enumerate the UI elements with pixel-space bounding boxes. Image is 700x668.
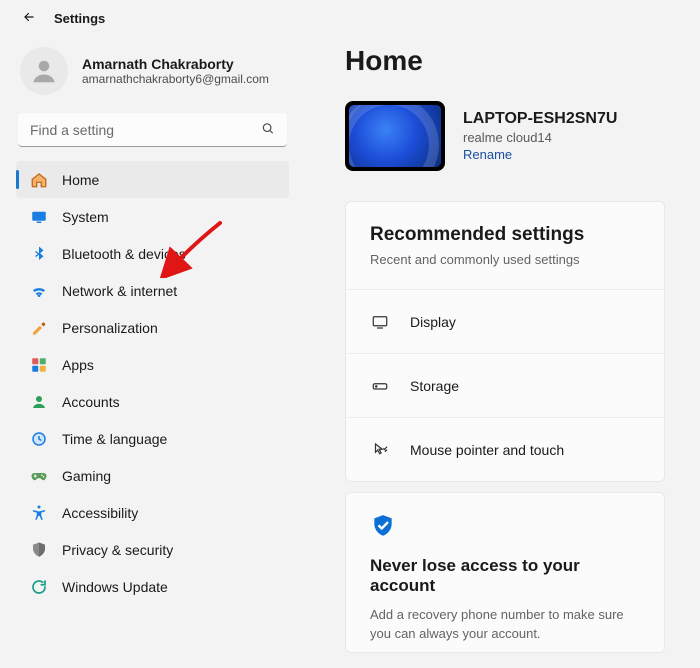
setting-row-storage[interactable]: Storage bbox=[346, 353, 664, 417]
recommended-title: Recommended settings bbox=[370, 224, 640, 246]
sidebar-item-accounts[interactable]: Accounts bbox=[16, 383, 289, 420]
accessibility-icon bbox=[30, 504, 48, 522]
apps-icon bbox=[30, 356, 48, 374]
sidebar-item-bluetooth[interactable]: Bluetooth & devices bbox=[16, 235, 289, 272]
setting-row-display[interactable]: Display bbox=[346, 289, 664, 353]
update-icon bbox=[30, 578, 48, 596]
setting-row-label: Display bbox=[410, 314, 456, 330]
time-icon bbox=[30, 430, 48, 448]
setting-row-label: Mouse pointer and touch bbox=[410, 442, 564, 458]
sidebar-item-network[interactable]: Network & internet bbox=[16, 272, 289, 309]
accounts-icon bbox=[30, 393, 48, 411]
profile-name: Amarnath Chakraborty bbox=[82, 56, 269, 72]
sidebar-item-privacy[interactable]: Privacy & security bbox=[16, 531, 289, 568]
sidebar-item-label: Personalization bbox=[62, 320, 158, 336]
sidebar: Amarnath Chakraborty amarnathchakraborty… bbox=[0, 33, 305, 668]
search-field[interactable] bbox=[18, 113, 287, 147]
sidebar-item-label: Accessibility bbox=[62, 505, 138, 521]
sidebar-item-label: Network & internet bbox=[62, 283, 177, 299]
storage-icon bbox=[370, 376, 390, 396]
sidebar-item-system[interactable]: System bbox=[16, 198, 289, 235]
setting-row-label: Storage bbox=[410, 378, 459, 394]
setting-row-mouse[interactable]: Mouse pointer and touch bbox=[346, 417, 664, 481]
profile-email: amarnathchakraborty6@gmail.com bbox=[82, 72, 269, 86]
account-card-title: Never lose access to your account bbox=[370, 556, 640, 596]
bluetooth-icon bbox=[30, 245, 48, 263]
sidebar-item-update[interactable]: Windows Update bbox=[16, 568, 289, 605]
back-button[interactable] bbox=[22, 10, 36, 27]
recommended-subtitle: Recent and commonly used settings bbox=[370, 252, 640, 267]
sidebar-item-label: Bluetooth & devices bbox=[62, 246, 186, 262]
sidebar-item-time[interactable]: Time & language bbox=[16, 420, 289, 457]
sidebar-item-apps[interactable]: Apps bbox=[16, 346, 289, 383]
rename-link[interactable]: Rename bbox=[463, 147, 617, 162]
device-name: LAPTOP-ESH2SN7U bbox=[463, 110, 617, 128]
sidebar-item-label: Home bbox=[62, 172, 99, 188]
window-title: Settings bbox=[54, 11, 105, 26]
sidebar-item-home[interactable]: Home bbox=[16, 161, 289, 198]
account-security-card: Never lose access to your account Add a … bbox=[345, 492, 665, 653]
avatar bbox=[20, 47, 68, 95]
display-icon bbox=[370, 312, 390, 332]
sidebar-item-gaming[interactable]: Gaming bbox=[16, 457, 289, 494]
mouse-icon bbox=[370, 440, 390, 460]
main-content: Home LAPTOP-ESH2SN7U realme cloud14 Rena… bbox=[305, 33, 700, 668]
search-input[interactable] bbox=[18, 113, 287, 147]
sidebar-item-label: System bbox=[62, 209, 109, 225]
page-title: Home bbox=[345, 45, 700, 77]
device-model: realme cloud14 bbox=[463, 130, 617, 145]
sidebar-item-label: Gaming bbox=[62, 468, 111, 484]
privacy-icon bbox=[30, 541, 48, 559]
sidebar-item-label: Apps bbox=[62, 357, 94, 373]
system-icon bbox=[30, 208, 48, 226]
sidebar-item-label: Accounts bbox=[62, 394, 120, 410]
sidebar-item-label: Windows Update bbox=[62, 579, 168, 595]
personalization-icon bbox=[30, 319, 48, 337]
recommended-card: Recommended settings Recent and commonly… bbox=[345, 201, 665, 482]
profile-block[interactable]: Amarnath Chakraborty amarnathchakraborty… bbox=[14, 43, 291, 113]
shield-check-icon bbox=[370, 513, 640, 542]
nav-list: Home System Bluetooth & devices bbox=[14, 161, 291, 605]
device-block: LAPTOP-ESH2SN7U realme cloud14 Rename bbox=[345, 101, 700, 171]
sidebar-item-label: Privacy & security bbox=[62, 542, 173, 558]
gaming-icon bbox=[30, 467, 48, 485]
home-icon bbox=[30, 171, 48, 189]
device-image bbox=[345, 101, 445, 171]
sidebar-item-personalization[interactable]: Personalization bbox=[16, 309, 289, 346]
sidebar-item-label: Time & language bbox=[62, 431, 167, 447]
sidebar-item-accessibility[interactable]: Accessibility bbox=[16, 494, 289, 531]
account-card-text: Add a recovery phone number to make sure… bbox=[370, 606, 640, 644]
network-icon bbox=[30, 282, 48, 300]
